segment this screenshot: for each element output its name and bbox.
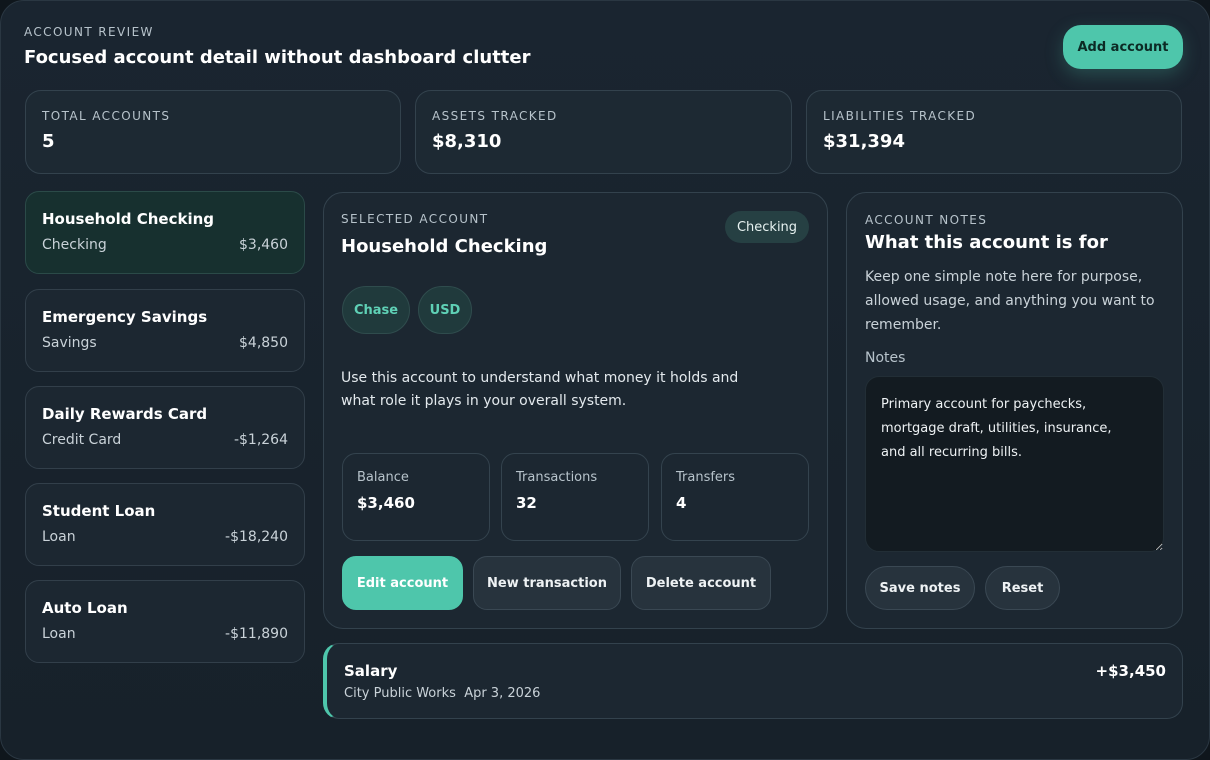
stat-value: $31,394	[823, 131, 905, 152]
account-balance: -$18,240	[225, 529, 288, 545]
notes-description: Keep one simple note here for purpose, a…	[865, 269, 1155, 333]
account-balance: -$11,890	[225, 626, 288, 642]
reset-notes-button[interactable]: Reset	[985, 566, 1060, 610]
delete-account-button[interactable]: Delete account	[631, 556, 771, 610]
stat-value: $8,310	[432, 131, 502, 152]
metric-value: 4	[676, 494, 687, 512]
metric-balance: Balance $3,460	[342, 453, 490, 541]
metric-value: 32	[516, 494, 537, 512]
account-type: Loan	[42, 626, 76, 642]
metric-transactions: Transactions 32	[501, 453, 649, 541]
stat-liabilities-tracked: LIABILITIES TRACKED $31,394	[806, 90, 1182, 174]
account-item-daily-rewards-card[interactable]: Daily Rewards Card Credit Card -$1,264	[25, 386, 305, 469]
account-balance: $4,850	[239, 335, 288, 351]
transaction-row[interactable]: Salary City Public Works Apr 3, 2026 +$3…	[323, 643, 1183, 719]
stat-label: TOTAL ACCOUNTS	[42, 109, 171, 123]
transaction-meta: City Public Works Apr 3, 2026	[344, 686, 1165, 701]
selected-account-description: Use this account to understand what mone…	[341, 370, 739, 409]
transaction-amount: +$3,450	[1095, 662, 1166, 680]
transaction-payee: City Public Works	[344, 686, 456, 701]
account-name: Emergency Savings	[42, 308, 208, 326]
account-name: Auto Loan	[42, 599, 128, 617]
account-item-household-checking[interactable]: Household Checking Checking $3,460	[25, 191, 305, 274]
account-type: Credit Card	[42, 432, 122, 448]
notes-eyebrow: ACCOUNT NOTES	[865, 213, 988, 227]
account-balance: $3,460	[239, 237, 288, 253]
account-item-student-loan[interactable]: Student Loan Loan -$18,240	[25, 483, 305, 566]
account-type: Loan	[42, 529, 76, 545]
page-eyebrow: ACCOUNT REVIEW	[24, 25, 154, 39]
metric-label: Transactions	[516, 470, 598, 485]
save-notes-button[interactable]: Save notes	[865, 566, 975, 610]
metric-label: Transfers	[676, 470, 736, 485]
stat-label: LIABILITIES TRACKED	[823, 109, 977, 123]
notes-title: What this account is for	[865, 232, 1108, 253]
stat-assets-tracked: ASSETS TRACKED $8,310	[415, 90, 792, 174]
account-type: Savings	[42, 335, 97, 351]
add-account-button[interactable]: Add account	[1063, 25, 1183, 69]
stat-label: ASSETS TRACKED	[432, 109, 558, 123]
account-name: Household Checking	[42, 210, 215, 228]
transaction-date: Apr 3, 2026	[464, 686, 541, 701]
page-title: Focused account detail without dashboard…	[24, 47, 531, 68]
stat-total-accounts: TOTAL ACCOUNTS 5	[25, 90, 401, 174]
selected-account-name: Household Checking	[341, 236, 548, 257]
currency-chip: USD	[418, 286, 472, 334]
account-name: Daily Rewards Card	[42, 405, 208, 423]
notes-field-label: Notes	[865, 350, 906, 366]
account-item-auto-loan[interactable]: Auto Loan Loan -$11,890	[25, 580, 305, 663]
account-balance: -$1,264	[233, 432, 288, 448]
edit-account-button[interactable]: Edit account	[342, 556, 463, 610]
metric-label: Balance	[357, 470, 409, 485]
notes-textarea[interactable]: Primary account for paychecks, mortgage …	[865, 376, 1164, 552]
selected-account-eyebrow: SELECTED ACCOUNT	[341, 212, 489, 226]
transaction-title: Salary	[344, 662, 398, 680]
institution-chip: Chase	[342, 286, 410, 334]
account-name: Student Loan	[42, 502, 156, 520]
account-type-badge: Checking	[725, 211, 809, 243]
metric-value: $3,460	[357, 494, 415, 512]
account-type: Checking	[42, 237, 107, 253]
metric-transfers: Transfers 4	[661, 453, 809, 541]
stat-value: 5	[42, 131, 55, 152]
page-header: ACCOUNT REVIEW Focused account detail wi…	[24, 25, 531, 68]
account-item-emergency-savings[interactable]: Emergency Savings Savings $4,850	[25, 289, 305, 372]
app-window: ACCOUNT REVIEW Focused account detail wi…	[0, 0, 1210, 760]
new-transaction-button[interactable]: New transaction	[473, 556, 621, 610]
